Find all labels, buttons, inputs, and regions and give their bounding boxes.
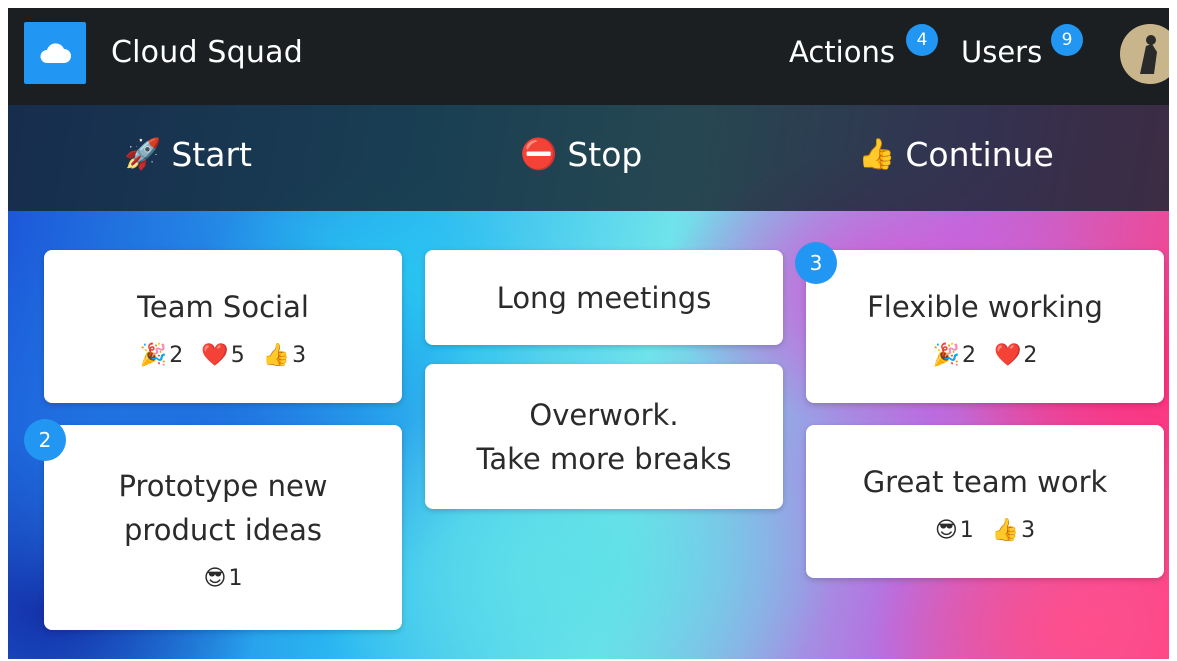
- reactions: 😎 1: [204, 566, 243, 591]
- column-header-bar: 🚀 Start ⛔ Stop 👍 Continue: [8, 105, 1169, 211]
- avatar[interactable]: [1120, 24, 1169, 84]
- reaction-thumbs-up[interactable]: 👍 3: [263, 343, 306, 368]
- heart-icon: ❤️: [201, 343, 229, 368]
- reaction-sunglasses[interactable]: 😎 1: [935, 518, 974, 543]
- reactions: 😎 1 👍 3: [935, 518, 1035, 543]
- board-background: Cloud Squad Actions 4 Users 9 🚀 Start ⛔ …: [8, 8, 1169, 659]
- reaction-count: 3: [1021, 518, 1036, 543]
- party-popper-icon: 🎉: [932, 343, 960, 368]
- card-text-line-1: Overwork.: [529, 397, 679, 432]
- card-text: Team Social: [137, 290, 309, 324]
- reaction-count: 2: [169, 343, 184, 368]
- card-overwork[interactable]: Overwork. Take more breaks: [425, 364, 783, 509]
- card-text: Great team work: [862, 465, 1108, 499]
- card-team-social[interactable]: Team Social 🎉 2 ❤️ 5 👍 3: [44, 250, 402, 403]
- card-text-line-2: Take more breaks: [476, 441, 732, 476]
- card-text-line-1: Prototype new: [118, 469, 328, 503]
- column-header-label: Stop: [567, 135, 643, 174]
- reaction-heart[interactable]: ❤️ 2: [994, 343, 1037, 368]
- rocket-icon: 🚀: [124, 137, 162, 172]
- column-header-label: Continue: [905, 135, 1054, 174]
- reaction-count: 3: [292, 343, 307, 368]
- card-great-team-work[interactable]: Great team work 😎 1 👍 3: [806, 425, 1164, 578]
- card-flexible-working[interactable]: Flexible working 🎉 2 ❤️ 2: [806, 250, 1164, 403]
- thumbs-up-icon: 👍: [858, 137, 896, 172]
- nav-users-label[interactable]: Users: [961, 35, 1042, 69]
- column-header-start[interactable]: 🚀 Start: [124, 135, 252, 174]
- card-long-meetings[interactable]: Long meetings: [425, 250, 783, 345]
- no-entry-icon: ⛔: [520, 137, 558, 172]
- reaction-thumbs-up[interactable]: 👍 3: [992, 518, 1035, 543]
- vote-count-badge: 3: [795, 242, 837, 284]
- card-text: Flexible working: [867, 290, 1103, 324]
- thumbs-up-icon: 👍: [991, 518, 1020, 543]
- reaction-count: 5: [230, 343, 245, 368]
- app-title[interactable]: Cloud Squad: [111, 35, 303, 70]
- thumbs-up-icon: 👍: [262, 343, 291, 368]
- column-header-stop[interactable]: ⛔ Stop: [520, 135, 642, 174]
- cloud-icon[interactable]: [24, 22, 86, 84]
- heart-icon: ❤️: [994, 343, 1022, 368]
- reaction-count: 1: [959, 518, 974, 543]
- card-text: Long meetings: [496, 280, 712, 315]
- reaction-count: 2: [962, 343, 976, 368]
- top-bar: Cloud Squad Actions 4 Users 9: [8, 8, 1169, 105]
- nav-actions[interactable]: Actions: [789, 35, 895, 69]
- column-header-continue[interactable]: 👍 Continue: [858, 135, 1054, 174]
- users-count-badge: 9: [1051, 24, 1083, 56]
- card-prototype[interactable]: Prototype new product ideas 😎 1: [44, 425, 402, 630]
- reaction-party[interactable]: 🎉 2: [933, 343, 976, 368]
- reaction-party[interactable]: 🎉 2: [140, 343, 183, 368]
- reactions: 🎉 2 ❤️ 2: [933, 343, 1038, 368]
- nav-actions-label[interactable]: Actions: [789, 35, 895, 69]
- actions-count-badge: 4: [906, 24, 938, 56]
- reactions: 🎉 2 ❤️ 5 👍 3: [140, 343, 306, 368]
- reaction-count: 2: [1023, 343, 1038, 368]
- party-popper-icon: 🎉: [139, 343, 168, 368]
- reaction-count: 1: [228, 566, 243, 591]
- sunglasses-face-icon: 😎: [203, 566, 227, 591]
- sunglasses-face-icon: 😎: [934, 518, 958, 543]
- card-text-line-2: product ideas: [124, 513, 322, 547]
- vote-count-badge: 2: [24, 419, 66, 461]
- nav-users[interactable]: Users: [961, 35, 1042, 69]
- reaction-heart[interactable]: ❤️ 5: [201, 343, 244, 368]
- column-header-label: Start: [171, 135, 252, 174]
- reaction-sunglasses[interactable]: 😎 1: [204, 566, 243, 591]
